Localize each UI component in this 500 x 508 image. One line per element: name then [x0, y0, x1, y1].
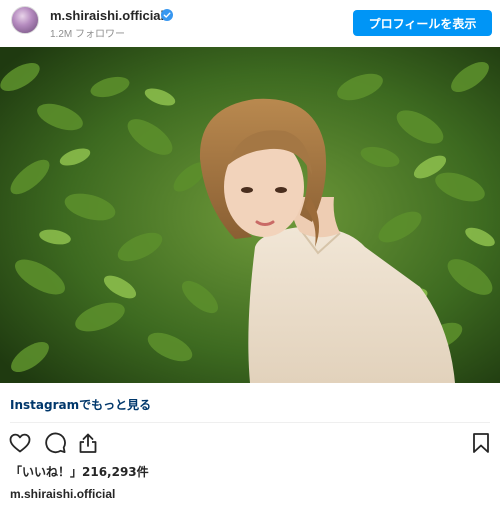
- post-photo-image: [0, 47, 500, 383]
- divider: [10, 422, 490, 423]
- caption-username[interactable]: m.shiraishi.official: [10, 487, 115, 501]
- bookmark-icon[interactable]: [469, 431, 493, 455]
- view-profile-button[interactable]: プロフィールを表示: [353, 10, 492, 36]
- comment-icon[interactable]: [43, 431, 67, 455]
- share-icon[interactable]: [76, 431, 100, 455]
- verified-badge-icon: [161, 9, 173, 21]
- view-more-on-instagram-link[interactable]: Instagramでもっと見る: [10, 396, 151, 413]
- post-photo[interactable]: [0, 47, 500, 383]
- heart-icon[interactable]: [8, 431, 32, 455]
- username[interactable]: m.shiraishi.official: [50, 8, 164, 23]
- avatar[interactable]: [11, 6, 39, 34]
- post-header: m.shiraishi.official 1.2M フォロワー プロフィールを表…: [0, 0, 500, 45]
- follower-count: 1.2M フォロワー: [50, 29, 126, 40]
- like-count[interactable]: 「いいね！」216,293件: [10, 463, 149, 480]
